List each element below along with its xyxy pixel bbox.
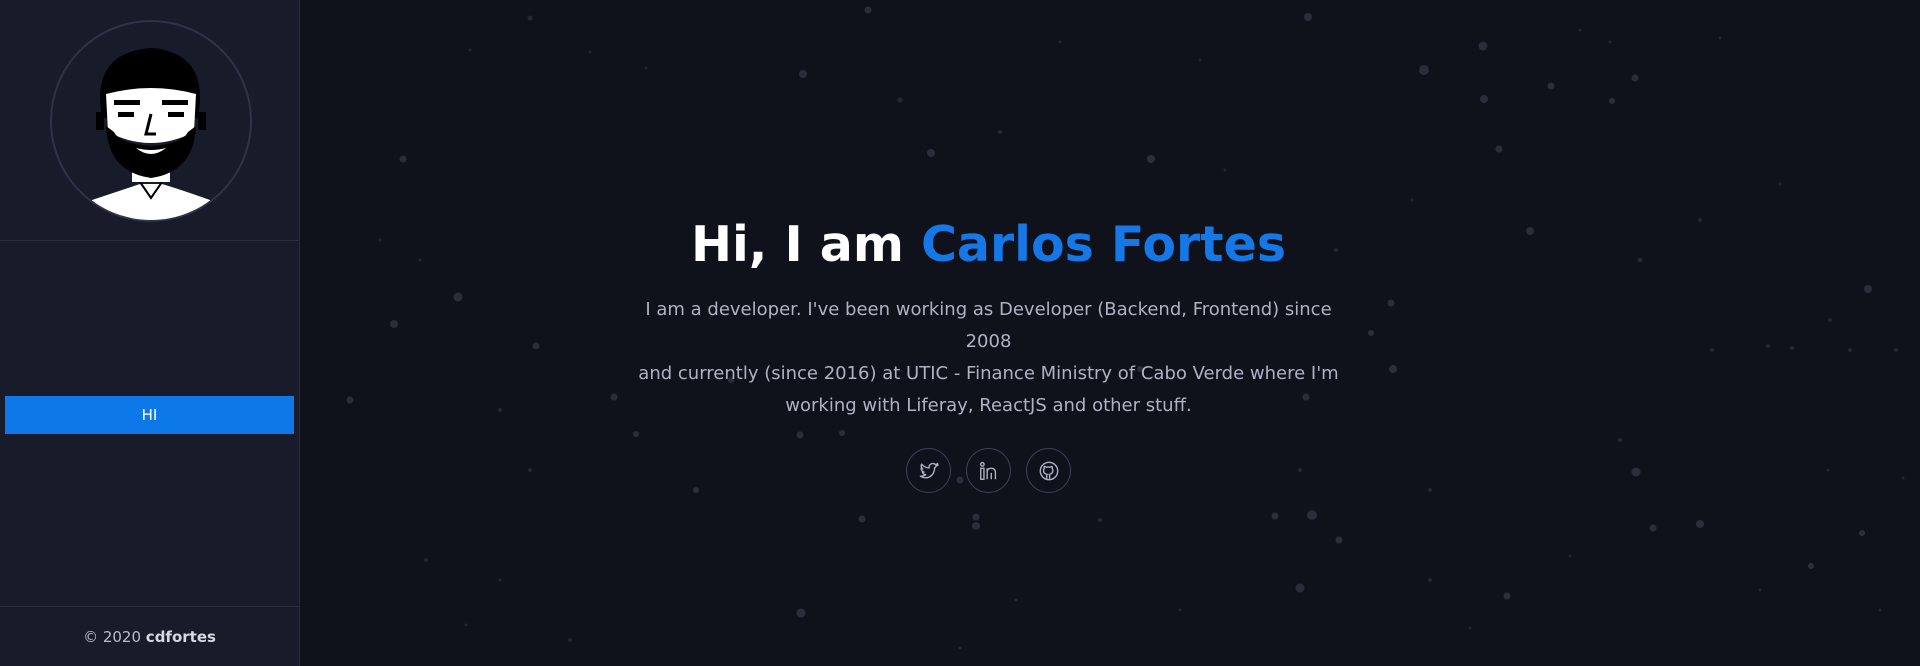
portrait-avatar-icon (82, 48, 220, 220)
avatar (50, 20, 252, 222)
copyright-text: © 2020 (83, 628, 142, 646)
bio-line: I am a developer. I've been working as D… (645, 299, 1332, 352)
linkedin-icon (979, 461, 996, 480)
github-link[interactable] (1026, 448, 1071, 493)
main-content: Hi, I am Carlos Fortes I am a developer.… (300, 0, 1920, 666)
page: HI © 2020 cdfortes Hi, I am Carlos Forte… (0, 0, 1920, 666)
greeting-text: Hi, I am (691, 216, 904, 273)
github-icon (1039, 461, 1058, 480)
bio-line: working with Liferay, ReactJS and other … (785, 395, 1192, 416)
bio-line: and currently (since 2016) at UTIC - Fin… (638, 363, 1339, 384)
hero-name: Carlos Fortes (920, 216, 1286, 273)
twitter-link[interactable] (906, 448, 951, 493)
bio-text: I am a developer. I've been working as D… (629, 294, 1349, 422)
footer: © 2020 cdfortes (0, 628, 299, 646)
social-links (300, 448, 1677, 493)
linkedin-link[interactable] (966, 448, 1011, 493)
nav-item-hi[interactable]: HI (5, 396, 294, 434)
hero-section: Hi, I am Carlos Fortes I am a developer.… (300, 210, 1677, 493)
twitter-icon (919, 462, 939, 478)
hero-heading: Hi, I am Carlos Fortes (300, 210, 1677, 280)
footer-divider (0, 606, 299, 607)
footer-brand: cdfortes (145, 628, 216, 646)
sidebar-divider (0, 240, 299, 241)
sidebar: HI © 2020 cdfortes (0, 0, 300, 666)
